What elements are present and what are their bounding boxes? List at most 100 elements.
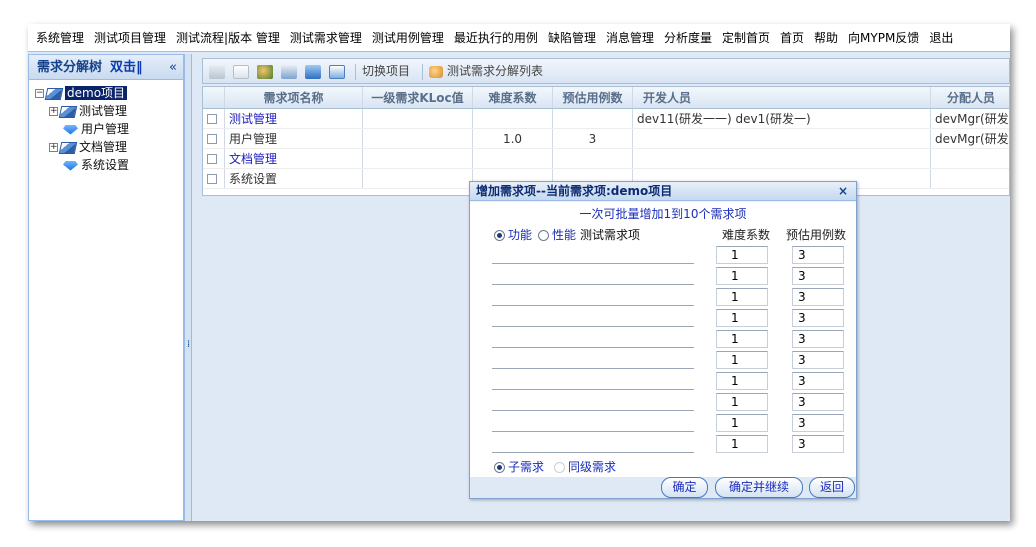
estimate-input[interactable] — [792, 372, 844, 390]
menu-defect[interactable]: 缺陷管理 — [544, 24, 600, 51]
requirement-name-input[interactable] — [492, 309, 694, 327]
cell-name[interactable]: 系统设置 — [225, 169, 363, 188]
window-icon[interactable] — [329, 64, 345, 79]
expand-toggle-icon[interactable]: + — [49, 107, 58, 116]
cell-name[interactable]: 用户管理 — [225, 129, 363, 148]
requirement-list-label[interactable]: 测试需求分解列表 — [447, 64, 543, 78]
difficulty-input[interactable] — [716, 372, 768, 390]
difficulty-input[interactable] — [716, 435, 768, 453]
col-assignee[interactable]: 分配人员 — [931, 87, 1009, 108]
expand-toggle-icon[interactable]: + — [49, 143, 58, 152]
col-developer[interactable]: 开发人员 — [633, 87, 931, 108]
estimate-input[interactable] — [792, 435, 844, 453]
menu-analysis[interactable]: 分析度量 — [660, 24, 716, 51]
difficulty-input[interactable] — [716, 351, 768, 369]
row-checkbox[interactable] — [207, 154, 217, 164]
tree-item-test-mgmt[interactable]: + 测试管理 — [35, 102, 183, 120]
requirement-name-input[interactable] — [492, 351, 694, 369]
tree-item-label[interactable]: 用户管理 — [81, 122, 129, 136]
splitter-grip-icon[interactable]: ⁞ — [187, 339, 190, 350]
estimate-input[interactable] — [792, 351, 844, 369]
requirement-name-input[interactable] — [492, 330, 694, 348]
radio-sibling[interactable] — [554, 462, 566, 473]
cell-name[interactable]: 测试管理 — [225, 109, 363, 128]
ok-button[interactable]: 确定 — [661, 477, 708, 498]
menu-requirement[interactable]: 测试需求管理 — [286, 24, 366, 51]
requirement-name-input[interactable] — [492, 393, 694, 411]
estimate-input[interactable] — [792, 414, 844, 432]
input-row — [470, 414, 856, 435]
radio-function[interactable] — [494, 230, 505, 241]
difficulty-input[interactable] — [716, 246, 768, 264]
requirement-name-input[interactable] — [492, 267, 694, 285]
close-icon[interactable]: × — [838, 182, 848, 200]
requirement-name-input[interactable] — [492, 246, 694, 264]
menu-test-case[interactable]: 测试用例管理 — [368, 24, 448, 51]
new-doc-icon[interactable] — [233, 64, 249, 79]
menu-logout[interactable]: 退出 — [925, 24, 957, 51]
tree-root[interactable]: − demo项目 — [35, 84, 183, 102]
tree-item-system-settings[interactable]: 系统设置 — [35, 156, 183, 174]
col-difficulty[interactable]: 难度系数 — [473, 87, 553, 108]
grid-view-icon[interactable] — [209, 64, 225, 79]
collapse-toggle-icon[interactable]: − — [35, 89, 44, 98]
menu-flow-version[interactable]: 测试流程|版本 管理 — [172, 24, 284, 51]
radio-sibling-label[interactable]: 同级需求 — [568, 460, 616, 474]
requirement-name-input[interactable] — [492, 288, 694, 306]
estimate-input[interactable] — [792, 246, 844, 264]
tree-item-doc-mgmt[interactable]: + 文档管理 — [35, 138, 183, 156]
radio-child-label[interactable]: 子需求 — [508, 460, 544, 474]
import-icon[interactable] — [305, 64, 321, 79]
difficulty-input[interactable] — [716, 330, 768, 348]
menu-help[interactable]: 帮助 — [810, 24, 842, 51]
collapse-icon[interactable]: « — [169, 55, 177, 79]
difficulty-input[interactable] — [716, 414, 768, 432]
estimate-input[interactable] — [792, 309, 844, 327]
radio-child[interactable] — [494, 462, 505, 473]
radio-function-label[interactable]: 功能 — [508, 228, 532, 242]
tree-item-label[interactable]: 测试管理 — [79, 104, 127, 118]
cell-name[interactable]: 文档管理 — [225, 149, 363, 168]
assign-user-icon[interactable] — [257, 64, 273, 79]
difficulty-input[interactable] — [716, 309, 768, 327]
menu-feedback[interactable]: 向MYPM反馈 — [844, 24, 923, 51]
tree-root-label[interactable]: demo项目 — [65, 86, 128, 100]
menu-custom-home[interactable]: 定制首页 — [718, 24, 774, 51]
tree-item-user-mgmt[interactable]: 用户管理 — [35, 120, 183, 138]
estimate-input[interactable] — [792, 393, 844, 411]
difficulty-input[interactable] — [716, 267, 768, 285]
row-checkbox[interactable] — [207, 114, 217, 124]
difficulty-input[interactable] — [716, 393, 768, 411]
col-name[interactable]: 需求项名称 — [225, 87, 363, 108]
radio-performance[interactable] — [538, 230, 550, 241]
chart-icon[interactable] — [281, 64, 297, 79]
menu-system[interactable]: 系统管理 — [28, 24, 88, 51]
ok-continue-button[interactable]: 确定并继续 — [715, 477, 803, 498]
row-checkbox[interactable] — [207, 174, 217, 184]
radio-performance-label[interactable]: 性能 — [552, 228, 576, 242]
col-estimate[interactable]: 预估用例数 — [553, 87, 633, 108]
switch-project-button[interactable]: 切换项目 — [362, 64, 410, 78]
menu-test-project[interactable]: 测试项目管理 — [90, 24, 170, 51]
estimate-input[interactable] — [792, 330, 844, 348]
requirement-name-input[interactable] — [492, 435, 694, 453]
table-row[interactable]: 文档管理 — [203, 149, 1009, 169]
estimate-input[interactable] — [792, 288, 844, 306]
requirement-name-input[interactable] — [492, 414, 694, 432]
panel-splitter[interactable]: ⁞ — [184, 54, 192, 521]
requirement-name-input[interactable] — [492, 372, 694, 390]
dialog-title-bar[interactable]: 增加需求项--当前需求项:demo项目 × — [470, 182, 856, 201]
difficulty-input[interactable] — [716, 288, 768, 306]
table-row[interactable]: 用户管理 1.03 devMgr(研发经 — [203, 129, 1009, 149]
menu-home[interactable]: 首页 — [776, 24, 808, 51]
menu-recent-cases[interactable]: 最近执行的用例 — [450, 24, 542, 51]
row-checkbox[interactable] — [207, 134, 217, 144]
back-button[interactable]: 返回 — [809, 477, 855, 498]
tree-item-label[interactable]: 文档管理 — [79, 140, 127, 154]
tree-item-label[interactable]: 系统设置 — [81, 158, 129, 172]
col-kloc[interactable]: 一级需求KLoc值 — [363, 87, 473, 108]
estimate-input[interactable] — [792, 267, 844, 285]
menu-message[interactable]: 消息管理 — [602, 24, 658, 51]
table-row[interactable]: 测试管理 dev11(研发一一) dev1(研发一) devMgr(研发经 — [203, 109, 1009, 129]
level-selector: 子需求 同级需求 — [494, 458, 622, 476]
